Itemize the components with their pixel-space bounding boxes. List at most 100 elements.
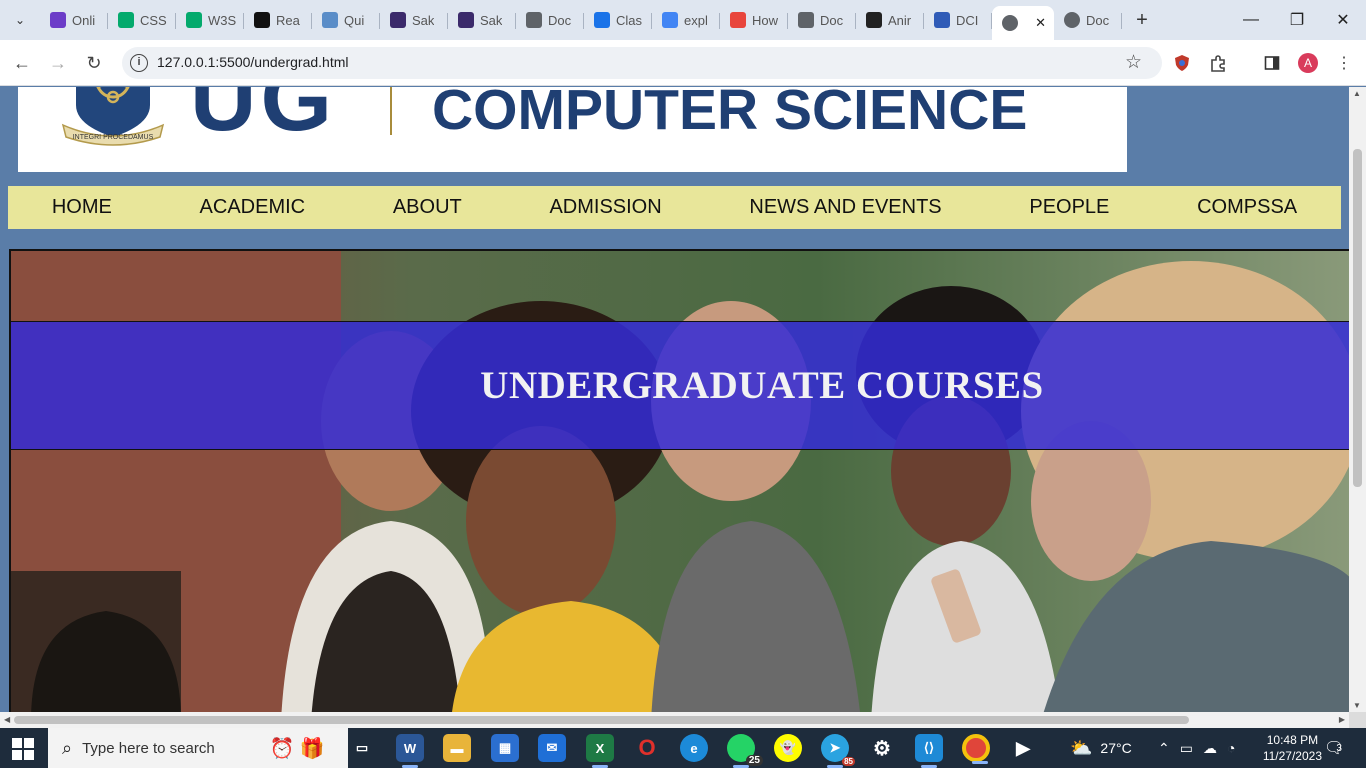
- nav-link-home[interactable]: HOME: [52, 196, 112, 219]
- tab-title: W3S: [208, 12, 237, 28]
- mail-icon[interactable]: ✉: [538, 734, 566, 762]
- horizontal-scroll-thumb[interactable]: [14, 716, 1189, 724]
- nav-link-admission[interactable]: ADMISSION: [549, 196, 661, 219]
- back-button[interactable]: ←: [8, 49, 36, 77]
- browser-tab[interactable]: expl: [652, 6, 720, 34]
- forward-button[interactable]: →: [44, 49, 72, 77]
- browser-tab[interactable]: Onli: [40, 6, 108, 34]
- settings-gear-icon[interactable]: ⚙: [868, 734, 896, 762]
- clock-time: 10:48 PM: [1266, 733, 1319, 747]
- weather-widget[interactable]: ⛅ 27°C: [1070, 728, 1132, 768]
- browser-tab[interactable]: Doc: [1054, 6, 1122, 34]
- profile-avatar[interactable]: A: [1298, 53, 1318, 73]
- browser-tab[interactable]: Sak: [448, 6, 516, 34]
- taskbar-search-placeholder: Type here to search: [82, 739, 215, 757]
- browser-tab-active[interactable]: ✕: [992, 6, 1054, 40]
- word-app-icon[interactable]: W: [396, 734, 424, 768]
- ug-crest-logo: INTEGRI PROCEDAMUS: [58, 87, 168, 147]
- browser-tab[interactable]: How: [720, 6, 788, 34]
- page-viewport: INTEGRI PROCEDAMUS UG COMPUTER SCIENCE H…: [0, 87, 1349, 712]
- scroll-left-arrow[interactable]: ◀: [4, 715, 10, 724]
- browser-tab[interactable]: Clas: [584, 6, 652, 34]
- search-icon: ⌕: [62, 737, 73, 758]
- tab-title: DCI: [956, 12, 979, 28]
- browser-tab[interactable]: W3S: [176, 6, 244, 34]
- extension-shield-icon[interactable]: [1170, 51, 1194, 75]
- battery-icon[interactable]: ▭: [1180, 740, 1193, 757]
- browser-tab[interactable]: Anir: [856, 6, 924, 34]
- crest-icon: [390, 12, 406, 28]
- scroll-down-arrow[interactable]: ▼: [1353, 701, 1361, 710]
- tab-strip: ⌄ Onli CSS W3S Rea Qui Sak Sak Doc Clas expl How Do…: [0, 0, 1366, 40]
- reload-button[interactable]: ↻: [80, 49, 108, 77]
- tab-title: Rea: [276, 12, 300, 28]
- main-nav: HOME ACADEMIC ABOUT ADMISSION NEWS AND EVENT…: [8, 186, 1341, 229]
- globe-icon: [1002, 15, 1018, 31]
- chrome-icon[interactable]: [962, 734, 990, 764]
- restore-button[interactable]: ❐: [1274, 0, 1320, 40]
- horizontal-scrollbar[interactable]: ◀ ▶: [0, 712, 1349, 728]
- vscode-icon[interactable]: ⟨⟩: [915, 734, 943, 768]
- menu-kebab-icon[interactable]: ⋮: [1332, 51, 1356, 75]
- microsoft-store-icon[interactable]: ▦: [491, 734, 519, 762]
- extensions-puzzle-icon[interactable]: [1206, 51, 1230, 75]
- browser-tab[interactable]: Rea: [244, 6, 312, 34]
- new-tab-button[interactable]: +: [1128, 6, 1156, 34]
- address-bar[interactable]: i 127.0.0.1:5500/undergrad.html ☆: [122, 47, 1162, 79]
- tab-title: Doc: [820, 12, 844, 28]
- nav-link-academic[interactable]: ACADEMIC: [200, 196, 306, 219]
- edge-icon[interactable]: e: [680, 734, 708, 762]
- vertical-scrollbar[interactable]: ▲ ▼: [1349, 87, 1366, 712]
- hero-title: UNDERGRADUATE COURSES: [480, 364, 1044, 407]
- opera-icon[interactable]: O: [633, 734, 661, 762]
- site-info-icon[interactable]: i: [130, 54, 148, 72]
- onedrive-cloud-icon[interactable]: ☁: [1203, 740, 1217, 757]
- windows-taskbar: ⌕ Type here to search ⏰ 🎁 ▭ W ▬ ▦ ✉ X O …: [0, 728, 1366, 768]
- side-panel-icon[interactable]: [1260, 51, 1284, 75]
- tab-title: CSS: [140, 12, 167, 28]
- wifi-icon[interactable]: ◔: [1227, 740, 1235, 756]
- gift-icon[interactable]: 🎁: [298, 734, 326, 762]
- pin-icon: [730, 12, 746, 28]
- scroll-up-arrow[interactable]: ▲: [1353, 89, 1361, 98]
- url-text[interactable]: 127.0.0.1:5500/undergrad.html: [157, 54, 348, 70]
- tab-title: Sak: [412, 12, 435, 28]
- tab-title: Qui: [344, 12, 365, 28]
- nav-link-people[interactable]: PEOPLE: [1029, 196, 1109, 219]
- browser-tab[interactable]: Sak: [380, 6, 448, 34]
- vertical-scroll-thumb[interactable]: [1353, 149, 1362, 487]
- w3schools-icon: [186, 12, 202, 28]
- browser-tab[interactable]: Qui: [312, 6, 380, 34]
- nav-link-news-and-events[interactable]: NEWS AND EVENTS: [749, 196, 941, 219]
- browser-tab[interactable]: DCI: [924, 6, 992, 34]
- notifications-icon[interactable]: 🗨 3: [1324, 728, 1344, 768]
- scroll-right-arrow[interactable]: ▶: [1339, 715, 1345, 724]
- close-tab-icon[interactable]: ✕: [1035, 15, 1046, 31]
- whatsapp-badge: 25: [745, 755, 763, 766]
- taskbar-clock[interactable]: 10:48 PM 11/27/2023: [1263, 732, 1322, 764]
- minimize-button[interactable]: —: [1228, 0, 1274, 40]
- media-player-icon[interactable]: ▶: [1009, 734, 1037, 762]
- snapchat-icon[interactable]: 👻: [774, 734, 802, 762]
- excel-app-icon[interactable]: X: [586, 734, 614, 768]
- nav-link-compssa[interactable]: COMPSSA: [1197, 196, 1297, 219]
- p-icon: [50, 12, 66, 28]
- telegram-icon[interactable]: ➤ 85: [821, 734, 855, 768]
- close-window-button[interactable]: ✕: [1320, 0, 1366, 40]
- browser-tab[interactable]: CSS: [108, 6, 176, 34]
- browser-tab[interactable]: Doc: [788, 6, 856, 34]
- tray-expand-icon[interactable]: ⌃: [1158, 740, 1170, 757]
- whatsapp-icon[interactable]: 25: [727, 734, 763, 768]
- site-header-banner: INTEGRI PROCEDAMUS UG COMPUTER SCIENCE: [18, 87, 1127, 172]
- bookmark-star-icon[interactable]: ☆: [1125, 51, 1142, 74]
- windows-start-icon[interactable]: [12, 738, 34, 760]
- tab-title: Sak: [480, 12, 503, 28]
- nav-link-about[interactable]: ABOUT: [393, 196, 462, 219]
- alarm-clock-icon[interactable]: ⏰: [268, 734, 296, 762]
- tab-search-button[interactable]: ⌄: [8, 8, 32, 32]
- file-explorer-icon[interactable]: ▬: [443, 734, 471, 762]
- task-view-icon[interactable]: ▭: [348, 734, 376, 762]
- browser-tab[interactable]: Doc: [516, 6, 584, 34]
- department-title: COMPUTER SCIENCE: [432, 87, 1028, 142]
- tab-title: Clas: [616, 12, 643, 28]
